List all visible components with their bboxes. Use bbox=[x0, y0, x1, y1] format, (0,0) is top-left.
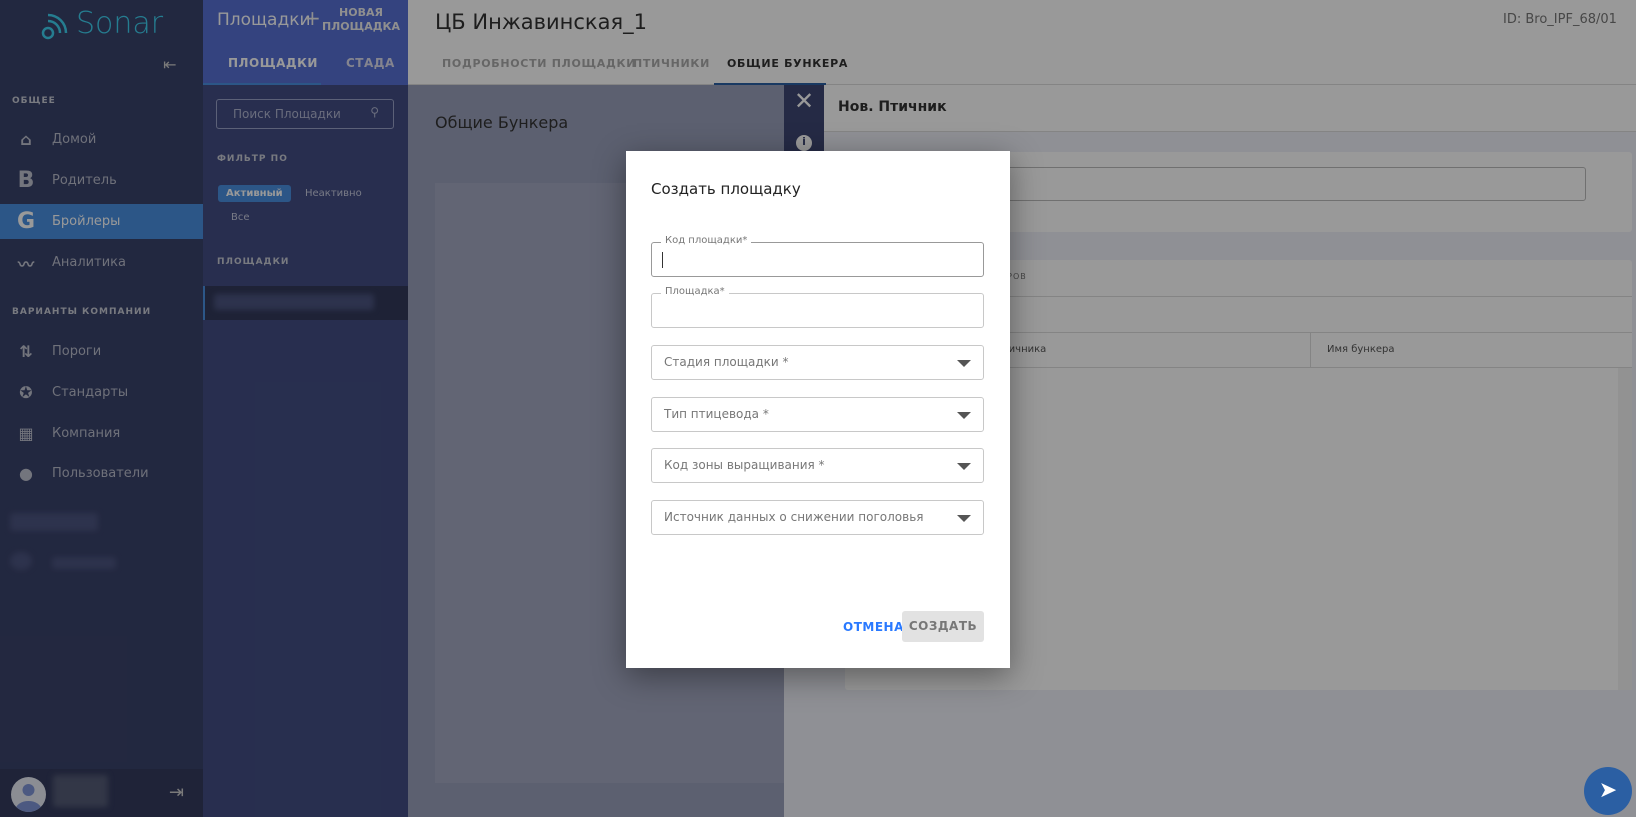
feedback-fab-button[interactable]: ➤ bbox=[1584, 767, 1632, 815]
site-code-label: Код площадки* bbox=[661, 235, 752, 246]
dropdown-caret-icon bbox=[957, 515, 971, 522]
text-cursor bbox=[662, 252, 663, 268]
grower-type-select[interactable]: Тип птицевода * bbox=[651, 397, 984, 432]
dropdown-caret-icon bbox=[957, 463, 971, 470]
site-code-input[interactable]: Код площадки* bbox=[651, 235, 984, 277]
pointer-icon: ➤ bbox=[1598, 778, 1618, 803]
mortality-source-select[interactable]: Источник данных о снижении поголовья bbox=[651, 500, 984, 535]
dropdown-caret-icon bbox=[957, 412, 971, 419]
create-button[interactable]: СОЗДАТЬ bbox=[902, 611, 984, 642]
dropdown-caret-icon bbox=[957, 360, 971, 367]
grow-zone-code-select[interactable]: Код зоны выращивания * bbox=[651, 448, 984, 483]
dialog-title: Создать площадку bbox=[651, 180, 801, 198]
site-name-label: Площадка* bbox=[661, 286, 729, 297]
cancel-button[interactable]: ОТМЕНА bbox=[843, 620, 904, 634]
site-name-input[interactable]: Площадка* bbox=[651, 286, 984, 328]
select-placeholder: Тип птицевода * bbox=[664, 407, 769, 421]
create-site-dialog: Создать площадку Код площадки* Площадка*… bbox=[626, 151, 1010, 668]
select-placeholder: Стадия площадки * bbox=[664, 355, 789, 369]
select-placeholder: Код зоны выращивания * bbox=[664, 458, 825, 472]
select-placeholder: Источник данных о снижении поголовья bbox=[664, 510, 924, 524]
site-stage-select[interactable]: Стадия площадки * bbox=[651, 345, 984, 380]
